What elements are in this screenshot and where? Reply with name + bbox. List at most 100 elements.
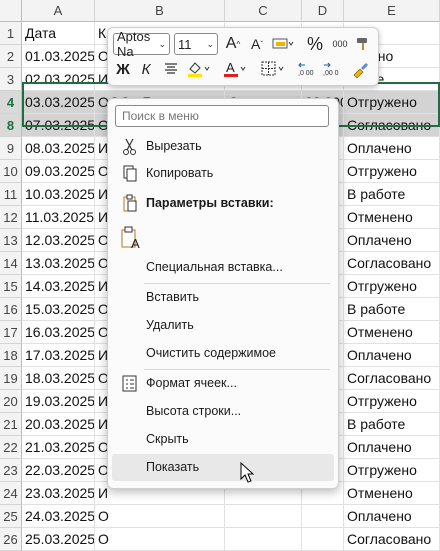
menu-item-copy[interactable]: Копировать — [112, 160, 334, 187]
cell-e[interactable]: Оплачено — [344, 229, 440, 252]
row-header[interactable]: 4 — [0, 91, 22, 114]
number-format-icon[interactable] — [270, 33, 296, 55]
cell-e[interactable]: Согласовано — [344, 252, 440, 275]
cell-e[interactable]: Отменено — [344, 482, 440, 505]
cell-e[interactable]: Отменено — [344, 321, 440, 344]
menu-item-paste-special[interactable]: Специальная вставка... — [112, 254, 334, 281]
cell-a[interactable]: 16.03.2025 — [22, 321, 95, 344]
row-header[interactable]: 16 — [0, 298, 22, 321]
row-header[interactable]: 23 — [0, 459, 22, 482]
column-header-e[interactable]: E — [344, 0, 440, 22]
paint-brush-icon[interactable] — [348, 58, 372, 80]
cell-e[interactable]: Оплачено — [344, 137, 440, 160]
cell-a[interactable]: 25.03.2025 — [22, 528, 95, 551]
cell-a[interactable]: 12.03.2025 — [22, 229, 95, 252]
cell-a[interactable]: 03.03.2025 — [22, 91, 95, 114]
font-size-combo[interactable]: 11 ⌄ — [174, 33, 218, 55]
cell-e[interactable]: В работе — [344, 183, 440, 206]
decrease-decimal-icon[interactable]: ,00 0 — [321, 58, 343, 80]
menu-item-hide[interactable]: Скрыть — [112, 426, 334, 453]
cell-a[interactable]: 17.03.2025 — [22, 344, 95, 367]
font-color-button[interactable]: A — [220, 58, 250, 80]
cell-e[interactable]: Отгружено — [344, 91, 440, 114]
column-header-b[interactable]: B — [95, 0, 225, 22]
bold-button[interactable]: Ж — [113, 58, 133, 80]
row-header[interactable]: 13 — [0, 229, 22, 252]
cell-e[interactable]: Согласовано — [344, 367, 440, 390]
paste-keep-source-button[interactable]: A — [112, 219, 334, 253]
increase-decimal-icon[interactable]: ,0 00 — [296, 58, 318, 80]
menu-item-unhide[interactable]: Показать — [112, 454, 334, 481]
row-header[interactable]: 10 — [0, 160, 22, 183]
cell-a[interactable]: 19.03.2025 — [22, 390, 95, 413]
row-header[interactable]: 14 — [0, 252, 22, 275]
cell-a[interactable]: 09.03.2025 — [22, 160, 95, 183]
select-all-corner[interactable] — [0, 0, 22, 22]
row-header[interactable]: 15 — [0, 275, 22, 298]
cell-c[interactable] — [225, 505, 302, 528]
row-header[interactable]: 25 — [0, 505, 22, 528]
row-header[interactable]: 9 — [0, 137, 22, 160]
align-center-icon[interactable] — [160, 58, 182, 80]
cell-a[interactable]: 23.03.2025 — [22, 482, 95, 505]
row-header[interactable]: 2 — [0, 45, 22, 68]
cell-e[interactable]: Отгружено — [344, 459, 440, 482]
cell-e[interactable]: В работе — [344, 413, 440, 436]
menu-search-input[interactable] — [115, 105, 329, 127]
borders-button[interactable] — [258, 58, 288, 80]
row-header[interactable]: 17 — [0, 321, 22, 344]
menu-item-format-cells[interactable]: Формат ячеек... — [112, 370, 334, 397]
cell-e[interactable]: Оплачено — [344, 436, 440, 459]
cell-a[interactable]: Дата — [22, 22, 95, 45]
cell-a[interactable]: 21.03.2025 — [22, 436, 95, 459]
row-header[interactable]: 21 — [0, 413, 22, 436]
column-header-a[interactable]: A — [22, 0, 95, 22]
cell-b[interactable]: О — [95, 505, 225, 528]
cell-a[interactable]: 13.03.2025 — [22, 252, 95, 275]
fill-color-button[interactable] — [184, 58, 214, 80]
percent-style-button[interactable]: % — [305, 33, 325, 55]
cell-a[interactable]: 15.03.2025 — [22, 298, 95, 321]
menu-item-cut[interactable]: Вырезать — [112, 133, 334, 160]
cell-a[interactable]: 18.03.2025 — [22, 367, 95, 390]
row-header[interactable]: 24 — [0, 482, 22, 505]
cell-e[interactable]: Отгружено — [344, 275, 440, 298]
row-header[interactable]: 1 — [0, 22, 22, 45]
menu-item-clear-contents[interactable]: Очистить содержимое — [112, 340, 334, 367]
cell-c[interactable] — [225, 528, 302, 551]
cell-a[interactable]: 07.03.2025 — [22, 114, 95, 137]
cell-d[interactable] — [302, 505, 344, 528]
cell-e[interactable]: Отменено — [344, 206, 440, 229]
cell-e[interactable]: Отгружено — [344, 160, 440, 183]
menu-item-delete[interactable]: Удалить — [112, 312, 334, 339]
cell-d[interactable] — [302, 528, 344, 551]
format-painter-icon[interactable] — [353, 33, 373, 55]
column-header-d[interactable]: D — [302, 0, 344, 22]
row-header[interactable]: 12 — [0, 206, 22, 229]
thousands-separator-button[interactable]: 000 — [328, 33, 352, 55]
cell-a[interactable]: 02.03.2025 — [22, 68, 95, 91]
cell-b[interactable]: О — [95, 528, 225, 551]
cell-a[interactable]: 14.03.2025 — [22, 275, 95, 298]
cell-a[interactable]: 01.03.2025 — [22, 45, 95, 68]
cell-e[interactable]: Оплачено — [344, 505, 440, 528]
cell-e[interactable]: Согласовано — [344, 528, 440, 551]
menu-item-insert[interactable]: Вставить — [112, 284, 334, 311]
cell-a[interactable]: 22.03.2025 — [22, 459, 95, 482]
font-name-combo[interactable]: Aptos Na ⌄ — [113, 29, 170, 59]
decrease-font-size-icon[interactable]: Aˇ — [246, 33, 268, 55]
row-header[interactable]: 26 — [0, 528, 22, 551]
menu-item-row-height[interactable]: Высота строки... — [112, 398, 334, 425]
cell-a[interactable]: 20.03.2025 — [22, 413, 95, 436]
increase-font-size-icon[interactable]: A ^ — [222, 33, 244, 55]
italic-button[interactable]: К — [136, 58, 156, 80]
column-header-c[interactable]: C — [225, 0, 302, 22]
cell-e[interactable]: Согласовано — [344, 114, 440, 137]
cell-a[interactable]: 11.03.2025 — [22, 206, 95, 229]
row-header[interactable]: 20 — [0, 390, 22, 413]
cell-e[interactable]: Отгружено — [344, 390, 440, 413]
row-header[interactable]: 19 — [0, 367, 22, 390]
row-header[interactable]: 22 — [0, 436, 22, 459]
row-header[interactable]: 8 — [0, 114, 22, 137]
cell-e[interactable]: В работе — [344, 298, 440, 321]
